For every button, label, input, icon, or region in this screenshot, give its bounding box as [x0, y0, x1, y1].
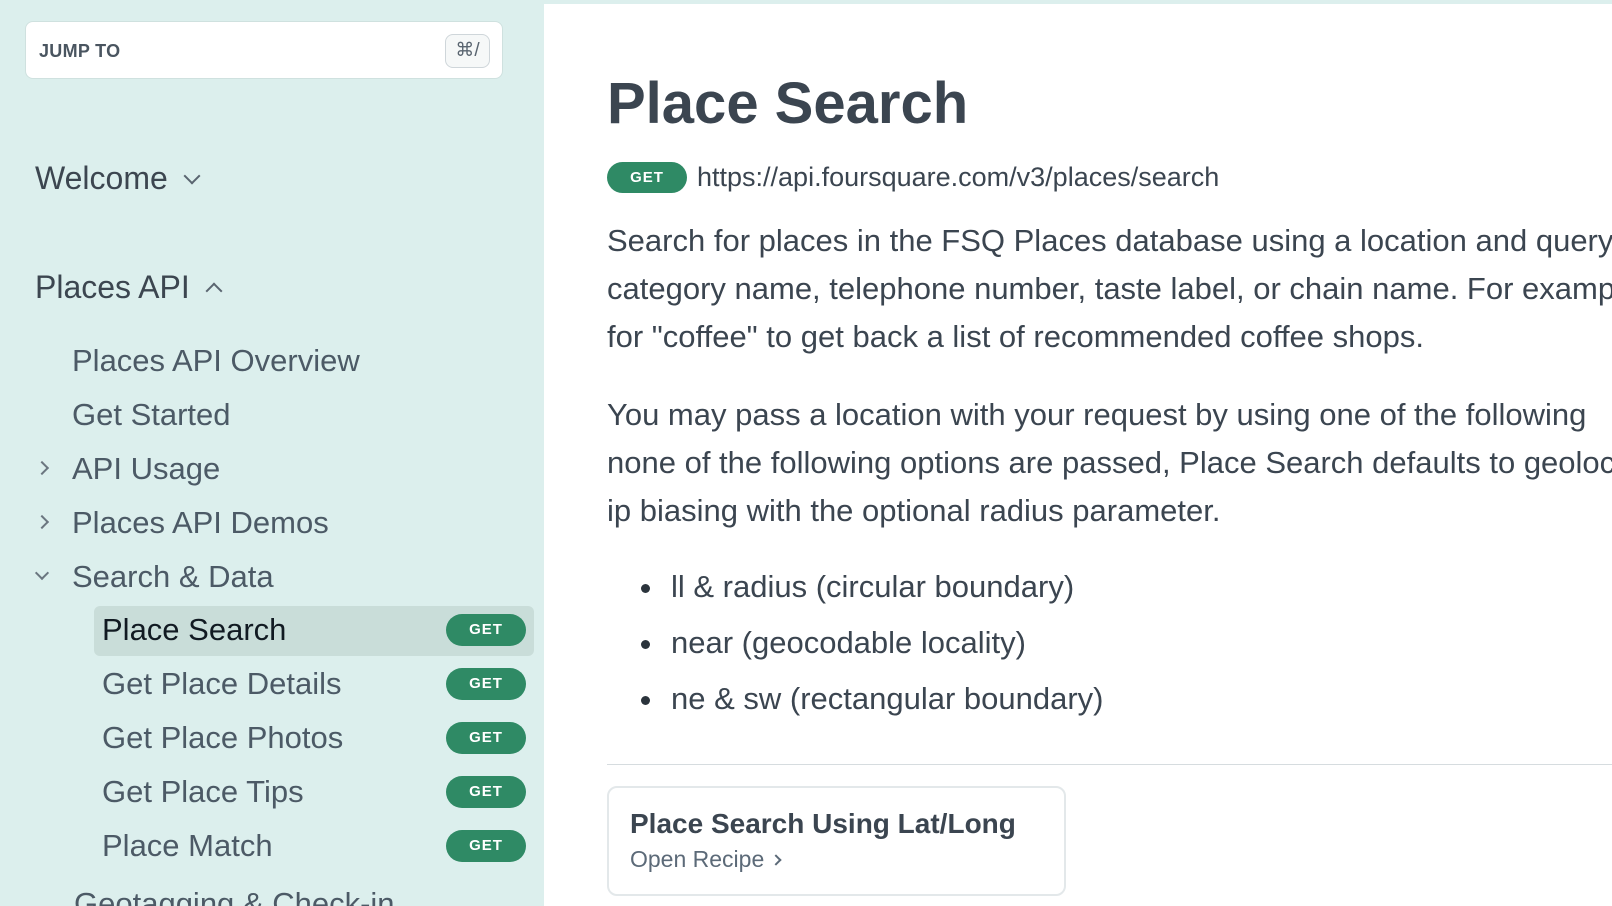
location-options-list: ll & radius (circular boundary) near (ge…: [641, 563, 1104, 731]
sidebar-item-places-api-demos[interactable]: Places API Demos: [72, 505, 329, 541]
main-content: Place Search GET https://api.foursquare.…: [607, 0, 1612, 906]
location-info-line: none of the following options are passed…: [607, 445, 1612, 480]
section-places-api-label: Places API: [35, 269, 190, 305]
sidebar-item-next-section[interactable]: Geotagging & Check-in: [74, 886, 395, 906]
sidebar-item-get-place-photos[interactable]: Get Place Photos GET: [94, 714, 534, 764]
open-recipe-label: Open Recipe: [630, 846, 765, 872]
get-method-badge: GET: [446, 776, 526, 808]
get-method-badge: GET: [446, 722, 526, 754]
sidebar-item-place-match[interactable]: Place Match GET: [94, 822, 534, 872]
sidebar-item-api-usage[interactable]: API Usage: [72, 451, 220, 487]
sidebar: JUMP TO ⌘/ Welcome Places API Places API…: [0, 0, 544, 906]
sidebar-item-places-api-overview[interactable]: Places API Overview: [72, 343, 360, 379]
location-info-line: ip biasing with the optional radius para…: [607, 493, 1221, 528]
description-line: category name, telephone number, taste l…: [607, 271, 1612, 306]
description-line: for "coffee" to get back a list of recom…: [607, 319, 1424, 354]
section-welcome-label: Welcome: [35, 160, 168, 196]
chevron-down-icon[interactable]: [34, 565, 50, 581]
chevron-down-icon: [183, 167, 201, 184]
recipe-title: Place Search Using Lat/Long: [630, 808, 1016, 839]
list-item: ll & radius (circular boundary): [641, 563, 1104, 619]
sidebar-item-get-place-details[interactable]: Get Place Details GET: [94, 660, 534, 710]
section-places-api[interactable]: Places API: [35, 269, 223, 306]
sidebar-item-label: Place Match: [102, 828, 273, 863]
sidebar-item-get-place-tips[interactable]: Get Place Tips GET: [94, 768, 534, 818]
keyboard-shortcut-badge: ⌘/: [445, 34, 490, 68]
sidebar-item-label: Get Place Details: [102, 666, 342, 701]
chevron-right-icon[interactable]: [34, 460, 50, 476]
open-recipe-link[interactable]: Open Recipe: [630, 846, 782, 873]
get-method-badge: GET: [446, 830, 526, 862]
sidebar-item-label: Place Search: [102, 612, 287, 647]
recipe-card[interactable]: Place Search Using Lat/Long Open Recipe: [607, 786, 1066, 896]
http-method-badge: GET: [607, 162, 687, 193]
get-method-badge: GET: [446, 614, 526, 646]
endpoint-url: https://api.foursquare.com/v3/places/sea…: [697, 162, 1220, 192]
get-method-badge: GET: [446, 668, 526, 700]
sidebar-item-label: Get Place Tips: [102, 774, 304, 809]
list-item: ne & sw (rectangular boundary): [641, 675, 1104, 731]
sidebar-item-get-started[interactable]: Get Started: [72, 397, 231, 433]
list-item: near (geocodable locality): [641, 619, 1104, 675]
section-welcome[interactable]: Welcome: [35, 160, 201, 197]
chevron-right-icon[interactable]: [34, 514, 50, 530]
jump-to-search[interactable]: JUMP TO ⌘/: [25, 21, 503, 79]
divider: [607, 764, 1612, 765]
description-line: Search for places in the FSQ Places data…: [607, 223, 1612, 258]
jump-to-label: JUMP TO: [39, 41, 121, 61]
sidebar-item-label: Get Place Photos: [102, 720, 344, 755]
page-title: Place Search: [607, 71, 969, 136]
chevron-right-icon: [770, 853, 782, 866]
chevron-up-icon: [205, 282, 223, 299]
sidebar-item-search-data[interactable]: Search & Data: [72, 559, 274, 595]
sidebar-item-place-search[interactable]: Place Search GET: [94, 606, 534, 656]
location-info-line: You may pass a location with your reques…: [607, 397, 1587, 432]
